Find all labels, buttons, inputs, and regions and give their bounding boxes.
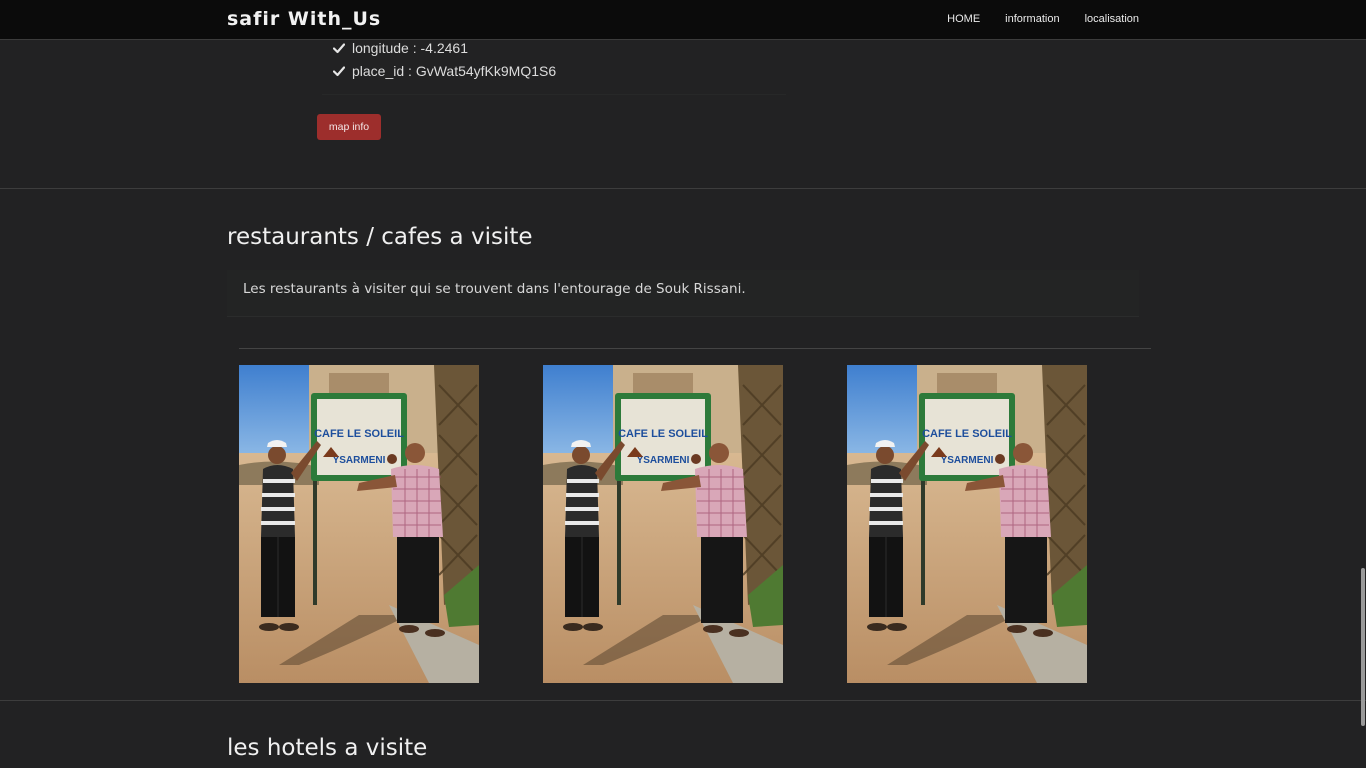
svg-text:CAFE LE SOLEIL: CAFE LE SOLEIL: [314, 428, 404, 440]
gallery-divider: [239, 348, 1151, 349]
navbar: safir With_Us HOME information localisat…: [0, 0, 1366, 40]
location-item-place-id: place_id : GvWat54yfKk9MQ1S6: [333, 59, 556, 82]
svg-text:YSARMENI: YSARMENI: [333, 455, 386, 466]
divider: [322, 94, 786, 95]
restaurants-description: Les restaurants à visiter qui se trouven…: [243, 281, 746, 297]
check-icon: [333, 42, 345, 53]
map-info-button[interactable]: map info: [317, 114, 381, 140]
restaurant-photo[interactable]: CAFE LE SOLEIL YSARMENI: [847, 365, 1087, 683]
nav-links: HOME information localisation: [922, 13, 1139, 25]
nav-localisation[interactable]: localisation: [1085, 13, 1139, 25]
scrollbar-thumb[interactable]: [1361, 568, 1365, 726]
restaurant-photo[interactable]: CAFE LE SOLEIL YSARMENI: [239, 365, 479, 683]
section-divider: [0, 188, 1366, 189]
hotels-section-title: les hotels a visite: [227, 735, 428, 761]
svg-text:YSARMENI: YSARMENI: [941, 455, 994, 466]
restaurants-section-title: restaurants / cafes a visite: [227, 224, 533, 250]
svg-text:CAFE LE SOLEIL: CAFE LE SOLEIL: [922, 428, 1012, 440]
section-divider: [0, 700, 1366, 701]
nav-information[interactable]: information: [1005, 13, 1059, 25]
brand-logo[interactable]: safir With_Us: [227, 8, 381, 30]
nav-home[interactable]: HOME: [947, 13, 980, 25]
location-info-list: longitude : -4.2461 place_id : GvWat54yf…: [333, 36, 556, 82]
restaurant-photo[interactable]: CAFE LE SOLEIL YSARMENI: [543, 365, 783, 683]
svg-text:CAFE LE SOLEIL: CAFE LE SOLEIL: [618, 428, 708, 440]
restaurants-description-box: Les restaurants à visiter qui se trouven…: [227, 270, 1139, 317]
location-item-text: place_id : GvWat54yfKk9MQ1S6: [352, 62, 557, 79]
page: safir With_Us HOME information localisat…: [0, 0, 1366, 768]
location-item-text: longitude : -4.2461: [352, 39, 468, 56]
check-icon: [333, 65, 345, 76]
svg-text:YSARMENI: YSARMENI: [637, 455, 690, 466]
